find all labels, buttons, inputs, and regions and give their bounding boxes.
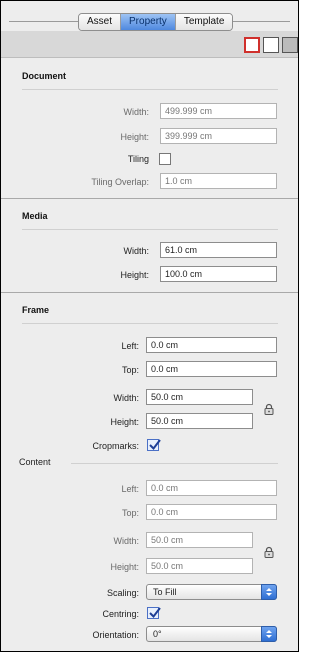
divider [22, 229, 278, 230]
content-height-label: Height: [110, 562, 139, 572]
section-separator [1, 292, 298, 293]
view-toolbar [1, 31, 298, 58]
media-width-label: Width: [123, 246, 149, 256]
orientation-value: 0° [153, 629, 162, 639]
frame-top-field[interactable]: 0.0 cm [146, 361, 277, 377]
select-arrows-icon [261, 584, 277, 600]
media-width-field[interactable]: 61.0 cm [160, 242, 277, 258]
segmented-tabs: Asset Property Template [78, 13, 234, 31]
media-height-label: Height: [120, 270, 149, 280]
frame-height-field[interactable]: 50.0 cm [146, 413, 253, 429]
checkmark-icon [149, 607, 161, 619]
page-view-filled-icon[interactable] [282, 37, 298, 53]
orientation-select[interactable]: 0° [146, 626, 277, 642]
tiling-overlap-field[interactable]: 1.0 cm [160, 173, 277, 189]
frame-left-label: Left: [121, 341, 139, 351]
divider [71, 463, 278, 464]
scaling-select[interactable]: To Fill [146, 584, 277, 600]
checkmark-icon [149, 439, 161, 451]
tab-asset[interactable]: Asset [79, 14, 122, 30]
document-height-label: Height: [120, 132, 149, 142]
select-arrows-icon [261, 626, 277, 642]
tiling-checkbox[interactable] [159, 153, 171, 165]
tab-template[interactable]: Template [175, 14, 233, 30]
centring-checkbox[interactable] [147, 607, 161, 619]
content-top-label: Top: [121, 508, 139, 518]
orientation-label: Orientation: [92, 630, 139, 640]
page-view-single-icon[interactable] [244, 37, 260, 53]
content-height-field[interactable]: 50.0 cm [146, 558, 253, 574]
cropmarks-label: Cropmarks: [92, 441, 139, 451]
document-width-label: Width: [123, 107, 149, 117]
scaling-value: To Fill [153, 587, 177, 597]
frame-top-label: Top: [121, 365, 139, 375]
tiling-label: Tiling [127, 154, 149, 164]
section-title-document: Document [22, 71, 67, 81]
cropmarks-checkbox[interactable] [147, 439, 161, 451]
frame-height-label: Height: [110, 417, 139, 427]
document-width-field[interactable]: 499.999 cm [160, 103, 277, 119]
document-height-field[interactable]: 399.999 cm [160, 128, 277, 144]
scaling-label: Scaling: [106, 588, 139, 598]
frame-width-field[interactable]: 50.0 cm [146, 389, 253, 405]
divider [22, 323, 278, 324]
lock-aspect-icon[interactable] [263, 546, 275, 558]
tiling-overlap-label: Tiling Overlap: [91, 177, 149, 187]
tab-bar: Asset Property Template [1, 1, 298, 31]
frame-width-label: Width: [113, 393, 139, 403]
centring-label: Centring: [102, 609, 139, 619]
content-top-field[interactable]: 0.0 cm [146, 504, 277, 520]
content-left-label: Left: [121, 484, 139, 494]
content-width-label: Width: [113, 536, 139, 546]
divider [22, 89, 278, 90]
content-left-field[interactable]: 0.0 cm [146, 480, 277, 496]
content-width-field[interactable]: 50.0 cm [146, 532, 253, 548]
section-title-media: Media [22, 211, 48, 221]
frame-left-field[interactable]: 0.0 cm [146, 337, 277, 353]
tab-property[interactable]: Property [121, 14, 176, 30]
page-view-outline-icon[interactable] [263, 37, 279, 53]
media-height-field[interactable]: 100.0 cm [160, 266, 277, 282]
section-title-frame: Frame [22, 305, 50, 315]
section-separator [1, 198, 298, 199]
section-title-content: Content [19, 457, 51, 467]
property-panel: Asset Property Template Document Width: … [0, 0, 299, 652]
lock-aspect-icon[interactable] [263, 403, 275, 415]
